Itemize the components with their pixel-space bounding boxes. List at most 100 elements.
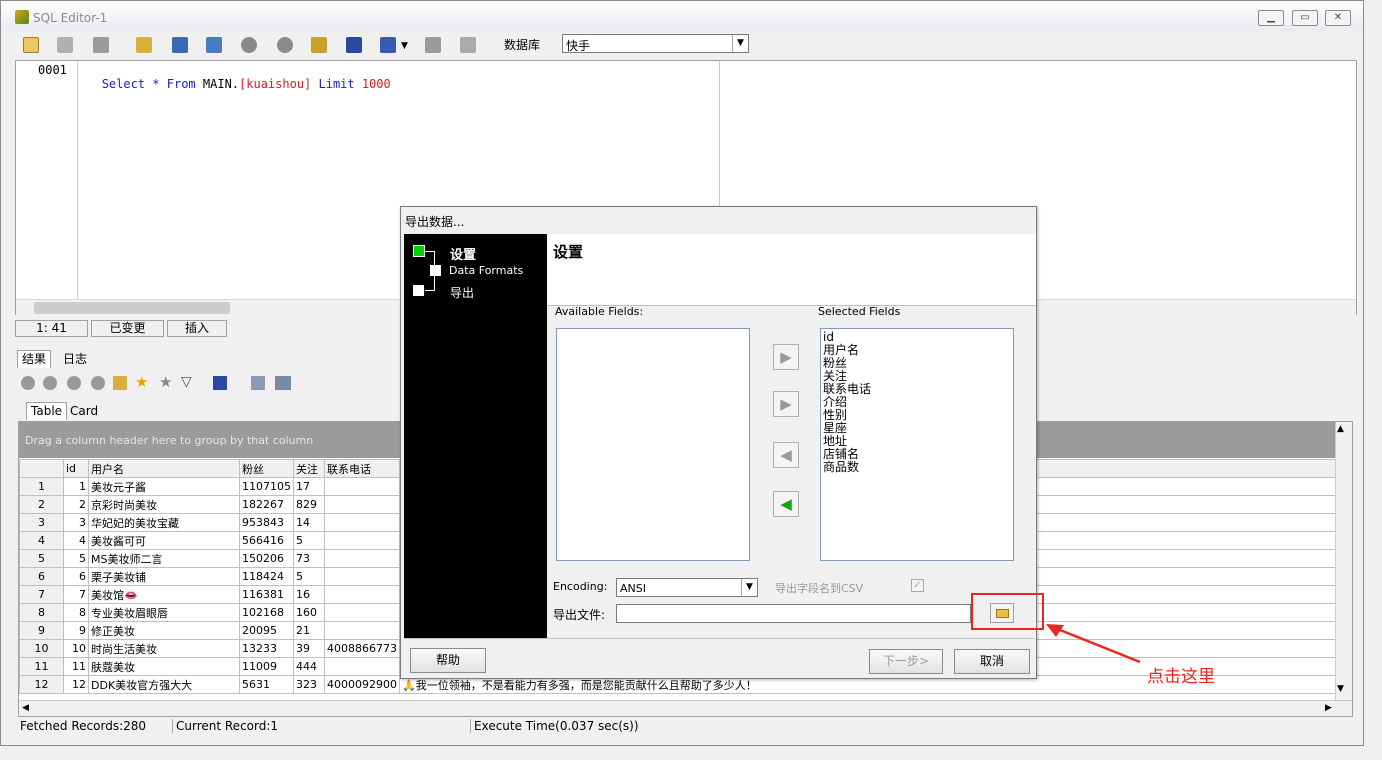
explain-icon[interactable] xyxy=(136,37,152,53)
list-item[interactable]: 联系电话 xyxy=(823,383,1011,396)
col-header[interactable]: id xyxy=(63,459,89,478)
tab-result[interactable]: 结果 xyxy=(17,350,52,368)
tab-table[interactable]: Table xyxy=(26,402,68,420)
chevron-down-icon[interactable]: ▼ xyxy=(741,579,757,596)
next-icon[interactable] xyxy=(67,376,81,390)
last-icon[interactable] xyxy=(91,376,105,390)
step-marker xyxy=(430,265,441,276)
scroll-thumb[interactable] xyxy=(34,302,230,314)
step-label-formats[interactable]: Data Formats xyxy=(449,264,523,277)
export-file-input[interactable] xyxy=(616,604,971,623)
cell: 20095 xyxy=(239,621,294,640)
square-icon[interactable] xyxy=(93,37,109,53)
scroll-up-icon[interactable]: ▲ xyxy=(1337,424,1344,434)
cell: 5 xyxy=(19,549,64,568)
h-scrollbar[interactable]: ◀ ▶ xyxy=(19,700,1352,716)
cell: 8 xyxy=(63,603,89,622)
remove-all-button[interactable]: ◀ xyxy=(773,491,799,517)
col-header[interactable]: 粉丝 xyxy=(239,459,294,478)
save-icon[interactable] xyxy=(346,37,362,53)
tab-card[interactable]: Card xyxy=(66,403,102,420)
status-bar: Fetched Records:280 Current Record:1 Exe… xyxy=(18,718,1353,735)
save-icon[interactable] xyxy=(213,376,227,390)
chevron-down-icon[interactable]: ▼ xyxy=(732,35,748,52)
filter-icon[interactable]: ▽ xyxy=(181,374,192,390)
cell: 3 xyxy=(19,513,64,532)
help-button[interactable]: 帮助 xyxy=(410,648,486,673)
stop-icon[interactable] xyxy=(57,37,73,53)
open-icon[interactable] xyxy=(311,37,327,53)
db-label: 数据库 xyxy=(504,38,541,52)
cell: MS美妆师二言 xyxy=(88,549,240,568)
step-marker xyxy=(413,285,424,296)
add-all-button[interactable]: ▶ xyxy=(773,391,799,417)
cell: 美妆酱可可 xyxy=(88,531,240,550)
export-icon[interactable] xyxy=(380,37,396,53)
col-header[interactable]: 联系电话 xyxy=(324,459,400,478)
list-item[interactable]: 性别 xyxy=(823,409,1011,422)
list-item[interactable]: 用户名 xyxy=(823,344,1011,357)
cell: 11009 xyxy=(239,657,294,676)
tab-log[interactable]: 日志 xyxy=(59,351,91,368)
cell: 美妆元子酱 xyxy=(88,477,240,496)
import-icon[interactable] xyxy=(425,37,441,53)
db-select[interactable]: 快手 ▼ xyxy=(562,34,749,53)
scroll-left-icon[interactable]: ◀ xyxy=(22,703,29,713)
list-item[interactable]: 介绍 xyxy=(823,396,1011,409)
back-icon[interactable] xyxy=(277,37,293,53)
db-icon[interactable] xyxy=(460,37,476,53)
cell: 专业美妆眉眼唇 xyxy=(88,603,240,622)
col-header[interactable]: 关注 xyxy=(293,459,325,478)
step-marker-active xyxy=(413,245,425,257)
chevron-down-icon[interactable]: ▼ xyxy=(401,41,408,51)
star-outline-icon[interactable]: ★ xyxy=(159,373,172,391)
cell: 73 xyxy=(293,549,325,568)
double-arrow-left-icon: ◀ xyxy=(780,495,792,513)
selected-fields-list[interactable]: id 用户名 粉丝 关注 联系电话 介绍 性别 星座 地址 店铺名 商品数 xyxy=(820,328,1014,561)
v-scrollbar[interactable]: ▲ ▼ xyxy=(1335,422,1352,700)
preview-icon[interactable] xyxy=(251,376,265,390)
remove-one-button[interactable]: ◀ xyxy=(773,442,799,468)
list-item[interactable]: 粉丝 xyxy=(823,357,1011,370)
csv-header-checkbox[interactable]: ✓ xyxy=(911,579,924,592)
step-label-export[interactable]: 导出 xyxy=(450,284,474,301)
available-fields-list[interactable] xyxy=(556,328,750,561)
add-one-button[interactable]: ▶ xyxy=(773,344,799,370)
cell: 6 xyxy=(19,567,64,586)
scroll-down-icon[interactable]: ▼ xyxy=(1337,684,1344,694)
monitor-icon[interactable] xyxy=(206,37,222,53)
next-button[interactable]: 下一步> xyxy=(869,649,943,674)
cancel-button[interactable]: 取消 xyxy=(954,649,1030,674)
minimize-button[interactable]: ▁ xyxy=(1258,10,1284,26)
cell: 1107105 xyxy=(239,477,294,496)
first-icon[interactable] xyxy=(21,376,35,390)
cell: 京彩时尚美妆 xyxy=(88,495,240,514)
current-record: Current Record:1 xyxy=(172,719,278,733)
maximize-button[interactable]: ▭ xyxy=(1292,10,1318,26)
print-icon[interactable] xyxy=(275,376,291,390)
window-title: SQL Editor-1 xyxy=(33,11,108,25)
cell xyxy=(324,495,400,514)
cell: 16 xyxy=(293,585,325,604)
cell xyxy=(324,531,400,550)
close-button[interactable]: ✕ xyxy=(1325,10,1351,26)
list-item[interactable]: 商品数 xyxy=(823,461,1011,474)
grid-icon[interactable] xyxy=(172,37,188,53)
search-icon[interactable] xyxy=(113,376,127,390)
cell: 5631 xyxy=(239,675,294,694)
col-header[interactable] xyxy=(19,459,64,478)
encoding-select[interactable]: ANSI ▼ xyxy=(616,578,758,597)
limit-value: 1000 xyxy=(361,77,391,91)
cell xyxy=(324,585,400,604)
query-icon[interactable] xyxy=(23,37,39,53)
list-item[interactable]: 星座 xyxy=(823,422,1011,435)
sql-text[interactable]: Select * From MAIN.[kuaishou] Limit 1000 xyxy=(80,63,391,105)
cell: 4008866773 xyxy=(324,639,400,658)
scroll-right-icon[interactable]: ▶ xyxy=(1325,703,1332,713)
prev-icon[interactable] xyxy=(43,376,57,390)
title-bar: SQL Editor-1 ▁ ▭ ✕ xyxy=(1,1,1363,31)
step-label-settings[interactable]: 设置 xyxy=(450,244,476,263)
star-icon[interactable]: ★ xyxy=(135,373,148,391)
forward-icon[interactable] xyxy=(241,37,257,53)
col-header[interactable]: 用户名 xyxy=(88,459,240,478)
